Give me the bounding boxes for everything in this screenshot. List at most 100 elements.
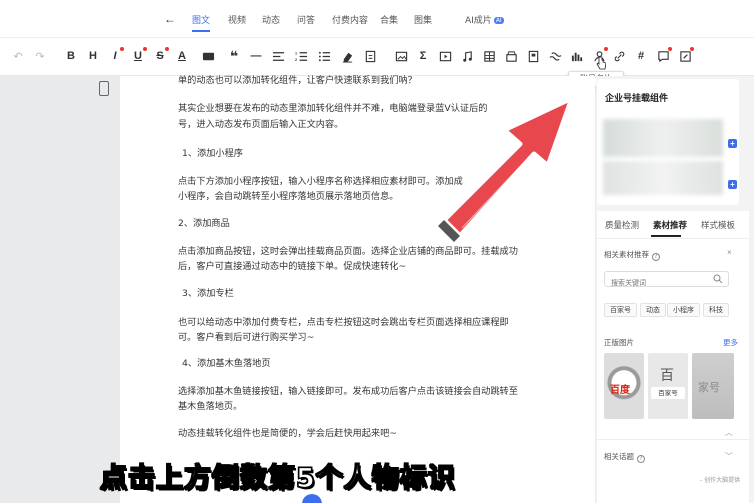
tab-quality-check[interactable]: 质量检测: [605, 219, 639, 231]
heading-button[interactable]: H: [85, 48, 101, 64]
italic-button[interactable]: I: [107, 47, 124, 64]
annotation-arrow-icon: [438, 95, 575, 242]
store-icon[interactable]: [503, 48, 519, 64]
image-thumbnail[interactable]: 家号: [692, 353, 734, 419]
music-icon[interactable]: [459, 48, 475, 64]
underline-button[interactable]: U: [130, 47, 147, 64]
tab-article[interactable]: 图文: [192, 13, 210, 26]
comment-icon[interactable]: [655, 47, 672, 64]
svg-text:1: 1: [295, 51, 297, 55]
unordered-list-icon[interactable]: [316, 48, 332, 64]
chip-tech[interactable]: 科技: [703, 303, 729, 317]
chart-icon[interactable]: [569, 48, 585, 64]
add-component-icon[interactable]: +: [728, 180, 737, 189]
paragraph: 单的动态也可以添加转化组件，让客户快速联系到我们呐？: [178, 75, 417, 86]
card-title: 企业号挂载组件: [605, 94, 669, 104]
more-link[interactable]: 更多: [723, 337, 738, 348]
chip-baijiahao[interactable]: 百家号: [604, 303, 637, 317]
section-heading: 3、添加专栏: [182, 288, 234, 299]
divider-icon[interactable]: —: [248, 48, 264, 64]
blurred-component[interactable]: [603, 119, 723, 157]
new-dot: [165, 47, 169, 51]
tab-gallery[interactable]: 图集: [414, 13, 432, 26]
editor-toolbar: ↶ ↷ B H I U S A ❝ — 12 Σ #: [0, 38, 754, 76]
hand-cursor-icon: [596, 56, 606, 70]
hashtag-icon[interactable]: #: [633, 48, 649, 64]
mount-component-card: 企业号挂载组件 + +: [597, 79, 739, 205]
chevron-up-icon[interactable]: ︿: [725, 427, 733, 438]
thumb-glyph: 百: [660, 368, 674, 384]
tab-video[interactable]: 视频: [228, 13, 246, 26]
undo-icon[interactable]: ↶: [10, 48, 26, 64]
tab-paid-content[interactable]: 付费内容: [332, 13, 368, 26]
column-icon[interactable]: [525, 48, 541, 64]
new-dot: [604, 47, 608, 51]
svg-text:2: 2: [295, 58, 297, 62]
quote-icon[interactable]: ❝: [226, 48, 242, 64]
search-input[interactable]: [605, 276, 705, 290]
tab-collection[interactable]: 合集: [380, 13, 398, 26]
formula-icon[interactable]: Σ: [415, 48, 431, 64]
back-arrow-icon[interactable]: ←: [164, 12, 176, 26]
ai-badge: AI: [493, 17, 504, 24]
mini-program-icon[interactable]: [547, 48, 563, 64]
link-icon[interactable]: [611, 48, 627, 64]
eraser-icon[interactable]: [339, 48, 355, 64]
edit-icon[interactable]: [677, 47, 694, 64]
chip-mini-program[interactable]: 小程序: [667, 303, 700, 317]
new-dot: [120, 47, 124, 51]
tab-ai-video[interactable]: AI成片 AI: [465, 13, 504, 26]
thumb-text: 百度: [610, 385, 630, 396]
background-color-icon[interactable]: [200, 48, 216, 64]
related-material-label: 相关素材推荐?: [604, 249, 660, 261]
related-topics-text: 相关话题: [604, 452, 634, 461]
divider: [597, 238, 749, 239]
search-icon[interactable]: [713, 274, 723, 284]
thumb-text: 百家号: [651, 387, 685, 399]
top-nav: ← 图文 视频 动态 问答 付费内容 合集 图集 AI成片 AI: [0, 0, 754, 38]
related-material-text: 相关素材推荐: [604, 250, 649, 259]
redo-icon[interactable]: ↷: [32, 48, 48, 64]
italic-label: I: [113, 50, 117, 62]
align-icon[interactable]: [270, 48, 286, 64]
image-thumbnail[interactable]: 百百家号: [648, 353, 688, 419]
material-panel: 质量检测 素材推荐 样式模板 相关素材推荐? × 百家号 动态 小程序 科技 正…: [597, 211, 749, 503]
image-thumbnail[interactable]: 百度: [604, 353, 644, 419]
related-topics-label: 相关话题?: [604, 451, 645, 463]
footer-credit: - 创作大脑提供: [700, 477, 741, 484]
paragraph: 可。客户看到后可进行购买学习~: [178, 332, 315, 343]
mobile-preview-icon[interactable]: [99, 81, 109, 96]
paragraph: 动态挂载转化组件也是简便的，学会后赶快用起来吧~: [178, 428, 398, 439]
new-dot: [690, 47, 694, 51]
active-tab-underline: [651, 235, 681, 237]
tab-ai-video-label: AI成片: [465, 16, 492, 26]
add-component-icon[interactable]: +: [728, 139, 737, 148]
material-search: [604, 271, 729, 290]
chip-dynamic[interactable]: 动态: [640, 303, 666, 317]
help-icon[interactable]: ?: [637, 455, 645, 463]
close-icon[interactable]: ×: [727, 248, 732, 257]
video-subtitle: 点击上方倒数第5个人物标识: [99, 462, 456, 494]
video-icon[interactable]: [437, 48, 453, 64]
tab-material-recommend[interactable]: 素材推荐: [653, 219, 687, 231]
chevron-down-icon[interactable]: ﹀: [725, 451, 733, 462]
table-icon[interactable]: [481, 48, 497, 64]
tab-style-template[interactable]: 样式模板: [701, 219, 735, 231]
document-icon[interactable]: [362, 48, 378, 64]
bold-button[interactable]: B: [63, 48, 79, 64]
new-dot: [143, 47, 147, 51]
image-icon[interactable]: [393, 48, 409, 64]
blurred-component[interactable]: [603, 161, 723, 195]
paragraph: 后，客户可直接通过动态中的链接下单。促成快速转化~: [178, 261, 407, 272]
paragraph: 也可以给动态中添加付费专栏，点击专栏按钮这时会跳出专栏页面选择相应课程即: [178, 317, 509, 328]
font-color-button[interactable]: A: [174, 48, 190, 64]
divider: [597, 439, 749, 440]
strikethrough-button[interactable]: S: [152, 47, 169, 64]
tab-dynamic[interactable]: 动态: [262, 13, 280, 26]
licensed-images-label: 正版图片: [604, 338, 634, 347]
underline-label: U: [134, 50, 142, 62]
help-icon[interactable]: ?: [652, 253, 660, 261]
ordered-list-icon[interactable]: 12: [293, 48, 309, 64]
paragraph: 选择添加基木鱼链接按钮，输入链接即可。发布成功后客户点击该链接会自动跳转至: [178, 386, 518, 397]
tab-qa[interactable]: 问答: [297, 13, 315, 26]
